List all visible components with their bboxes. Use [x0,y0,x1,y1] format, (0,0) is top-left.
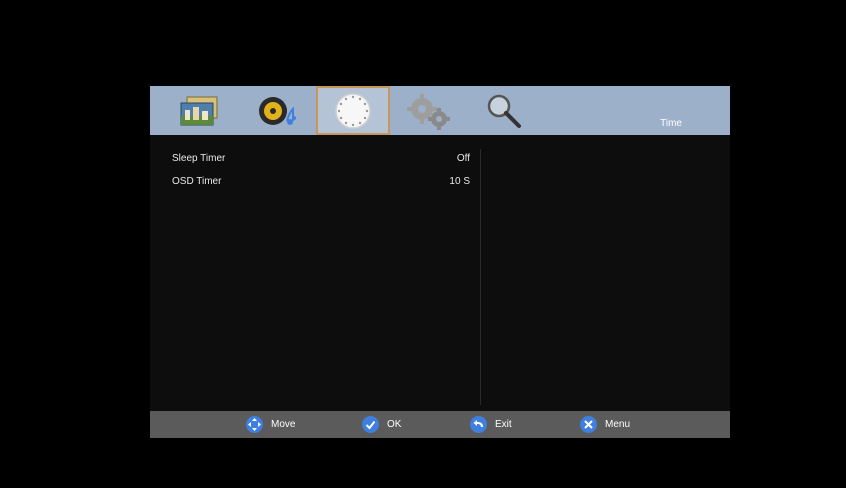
hint-menu-label: Menu [605,419,631,430]
clock-icon [335,92,371,129]
setting-row-sleep-timer[interactable]: Sleep Timer Off [172,153,470,169]
tab-picture[interactable] [164,86,238,135]
search-icon [487,94,521,128]
back-arrow-icon [470,416,487,433]
setting-value: 10 S [449,176,470,187]
close-icon [580,416,597,433]
setting-label: Sleep Timer [172,153,226,164]
setting-row-osd-timer[interactable]: OSD Timer 10 S [172,176,470,192]
setting-label: OSD Timer [172,176,222,187]
tab-settings[interactable] [392,86,466,135]
tab-music[interactable] [240,86,314,135]
setting-value: Off [456,153,470,164]
settings-menu: Time Sleep Timer Off OSD Timer 10 S Move… [150,86,730,438]
tab-time[interactable] [316,86,390,135]
footer-hints: Move OK Exit Menu [150,411,730,438]
settings-gears-icon [407,93,450,130]
hint-exit-label: Exit [495,419,512,430]
hint-move-label: Move [271,419,296,430]
move-arrows-icon [246,416,263,433]
screen: Time Sleep Timer Off OSD Timer 10 S Move… [8,8,840,482]
picture-icon [180,96,218,125]
hint-ok-label: OK [387,419,402,430]
music-icon [259,96,296,125]
menu-header: Time [150,86,730,135]
column-divider [480,149,481,405]
tab-search[interactable] [468,86,542,135]
section-title: Time [660,118,682,129]
menu-content: Sleep Timer Off OSD Timer 10 S [150,135,730,411]
check-icon [362,416,379,433]
